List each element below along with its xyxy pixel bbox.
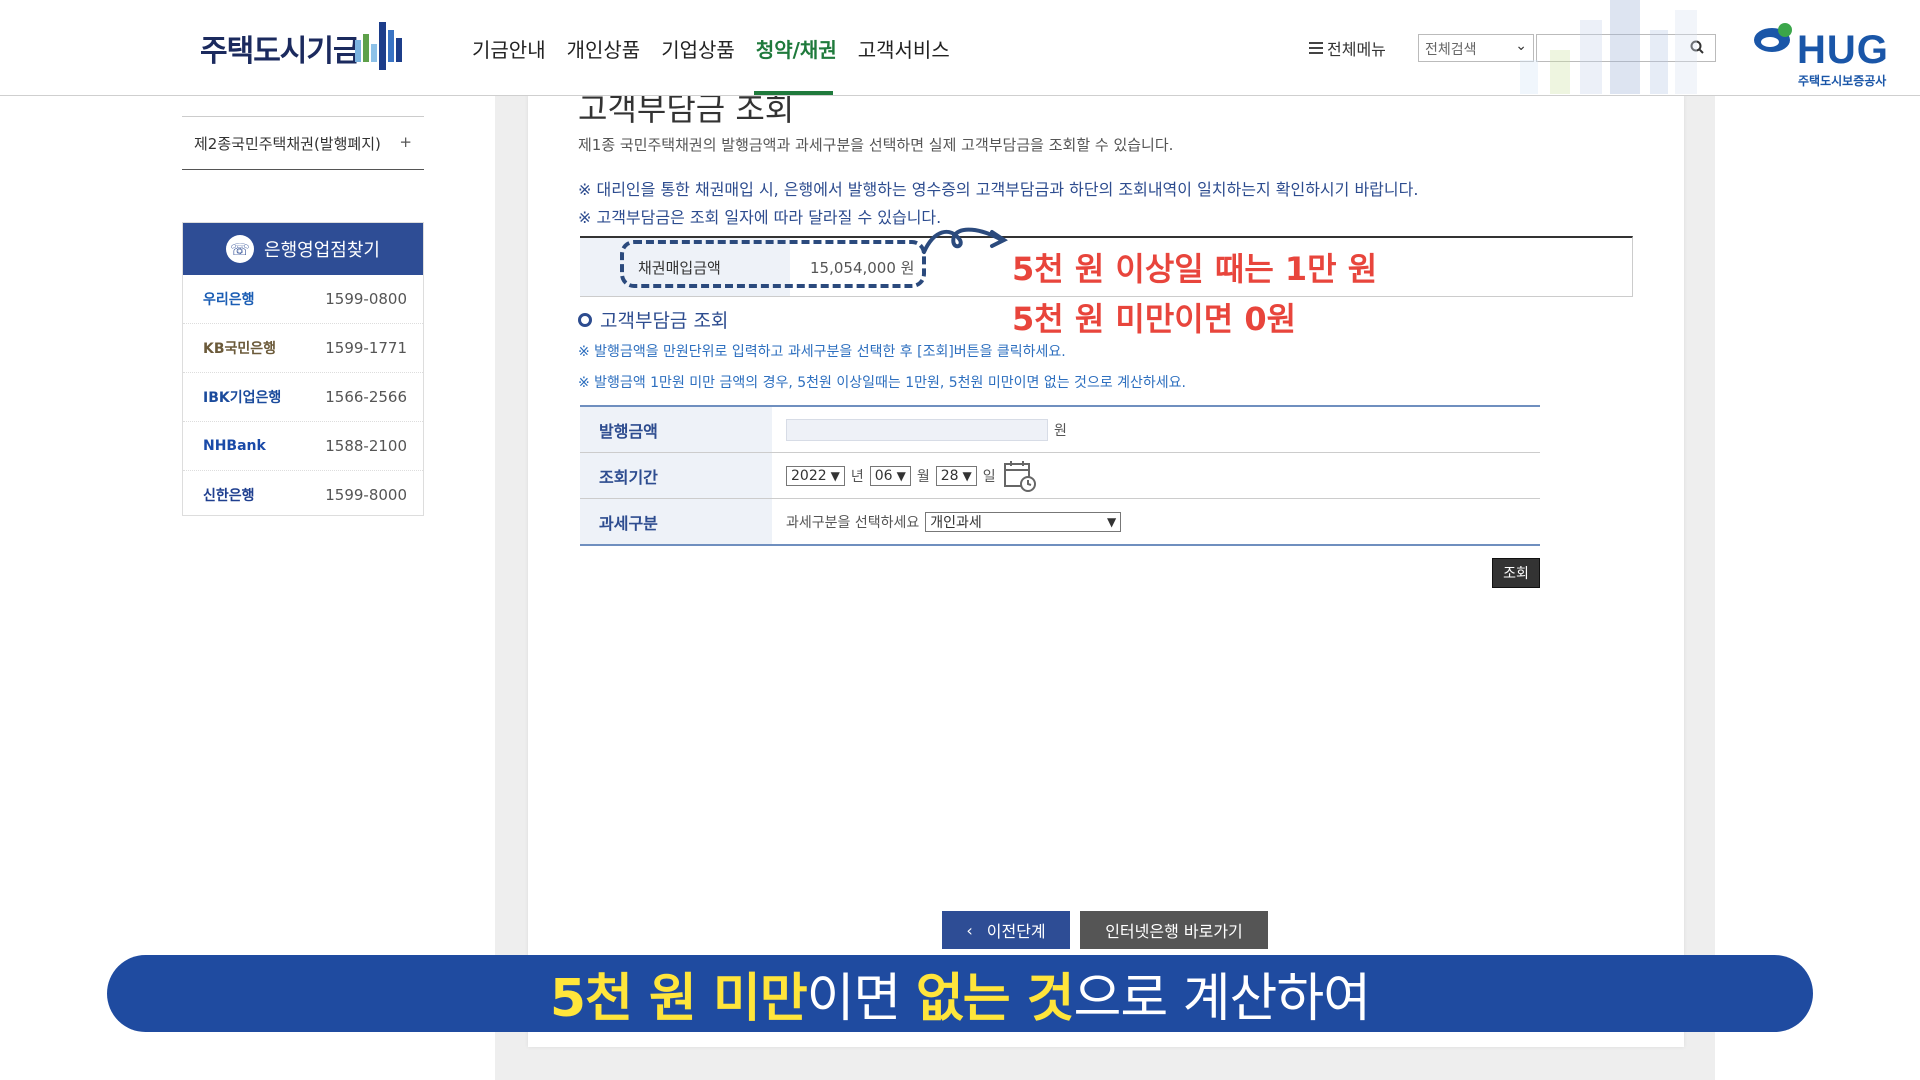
year-select[interactable]: 2022 ▼ [786,465,845,486]
nav-personal-products[interactable]: 개인상품 [567,34,641,63]
form-row-tax: 과세구분 과세구분을 선택하세요 개인과세 ▼ [580,499,1540,544]
caption-text-2: 으로 계산하여 [1073,969,1372,1029]
query-button[interactable]: 조회 [1492,558,1540,588]
chevron-down-icon: ▼ [830,468,840,483]
sidebar-item-bond-2[interactable]: 제2종국민주택채권(발행폐지) + [182,116,424,170]
chevron-down-icon: ▼ [896,468,906,483]
previous-step-button[interactable]: ‹ 이전단계 [942,911,1070,949]
chevron-down-icon: ▼ [962,468,972,483]
site-header: 주택도시기금 기금안내 개인상품 기업상품 청약/채권 고객서비스 전체메뉴 전… [0,0,1920,96]
internet-bank-button[interactable]: 인터넷은행 바로가기 [1080,911,1268,949]
period-label: 조회기간 [580,453,772,498]
bank-phone: 1599-0800 [325,290,407,308]
nav-subscription-bonds[interactable]: 청약/채권 [756,34,837,63]
page-description: 제1종 국민주택채권의 발행금액과 과세구분을 선택하면 실제 고객부담금을 조… [578,136,1174,154]
notice-date: ※ 고객부담금은 조회 일자에 따라 달라질 수 있습니다. [578,208,942,227]
decorative-pattern [1520,0,1697,94]
tax-label: 과세구분 [580,499,772,544]
bank-phone: 1588-2100 [325,437,407,455]
day-select[interactable]: 28 ▼ [935,465,977,486]
site-logo[interactable]: 주택도시기금 [200,26,361,70]
bank-name: NHBank [203,438,266,454]
bank-name: IBK기업은행 [203,390,282,406]
nav-fund-info[interactable]: 기금안내 [472,34,546,63]
bank-branch-finder: ☏ 은행영업점찾기 우리은행 1599-0800 KB국민은행 1599-177… [182,222,424,516]
tax-prompt: 과세구분을 선택하세요 [786,514,920,531]
bank-phone: 1599-8000 [325,486,407,504]
phone-icon: ☏ [226,235,255,263]
notice-agent: ※ 대리인을 통한 채권매입 시, 은행에서 발행하는 영수증의 고객부담금과 … [578,180,1419,199]
inquiry-form: 발행금액 원 조회기간 2022 ▼ 년 06 ▼ 월 28 ▼ 일 과세구분 … [580,405,1540,546]
amount-input[interactable] [786,418,1048,441]
active-nav-indicator [754,91,833,95]
bank-row-ibk[interactable]: IBK기업은행 1566-2566 [183,373,423,422]
bank-row-shinhan[interactable]: 신한은행 1599-8000 [183,471,423,519]
bank-name: KB국민은행 [203,341,277,357]
amount-unit: 원 [1054,422,1067,439]
section-title: 고객부담금 조회 [578,306,728,333]
bank-row-woori[interactable]: 우리은행 1599-0800 [183,275,423,324]
logo-mark-icon [355,22,402,70]
amount-label: 발행금액 [580,407,772,452]
video-caption: 5천 원 미만 이면 없는 것 으로 계산하여 [107,955,1813,1032]
hamburger-icon [1309,42,1323,54]
instruction-note: ※ 발행금액을 만원단위로 입력하고 과세구분을 선택한 후 [조회]버튼을 클… [578,344,1066,360]
main-nav: 기금안내 개인상품 기업상품 청약/채권 고객서비스 [472,34,950,63]
bank-finder-header[interactable]: ☏ 은행영업점찾기 [183,223,423,275]
bullet-icon [578,312,592,327]
bank-row-kb[interactable]: KB국민은행 1599-1771 [183,324,423,373]
bank-phone: 1599-1771 [325,339,407,357]
caption-highlight-1: 5천 원 미만 [549,969,808,1029]
hug-logo-text[interactable]: HUG [1797,28,1889,73]
bank-phone: 1566-2566 [325,388,407,406]
expand-icon: + [399,133,412,151]
form-row-amount: 발행금액 원 [580,407,1540,453]
bank-row-nh[interactable]: NHBank 1588-2100 [183,422,423,471]
nav-customer-service[interactable]: 고객서비스 [858,34,950,63]
caption-text-1: 이면 [806,969,916,1029]
chevron-down-icon: ▼ [1107,514,1117,529]
bank-name: 신한은행 [203,488,255,504]
annotation-rounding-up: 5천 원 이상일 때는 1만 원 [1012,250,1378,288]
hug-logo-icon [1754,23,1792,52]
highlight-dashed-box [620,240,926,288]
month-select[interactable]: 06 ▼ [869,465,911,486]
caption-highlight-2: 없는 것 [915,969,1075,1029]
all-menu-button[interactable]: 전체메뉴 [1309,36,1386,60]
tax-type-select[interactable]: 개인과세 ▼ [925,511,1122,532]
form-row-period: 조회기간 2022 ▼ 년 06 ▼ 월 28 ▼ 일 [580,453,1540,499]
nav-corporate-products[interactable]: 기업상품 [661,34,735,63]
rounding-note: ※ 발행금액 1만원 미만 금액의 경우, 5천원 이상일때는 1만원, 5천원… [578,375,1187,391]
annotation-arrow-icon [922,227,1008,254]
bank-name: 우리은행 [203,292,255,308]
calendar-icon[interactable] [1002,458,1038,494]
annotation-rounding-down: 5천 원 미만이면 0원 [1012,300,1297,338]
chevron-left-icon: ‹ [966,920,973,940]
hug-logo-subtitle: 주택도시보증공사 [1798,74,1887,88]
